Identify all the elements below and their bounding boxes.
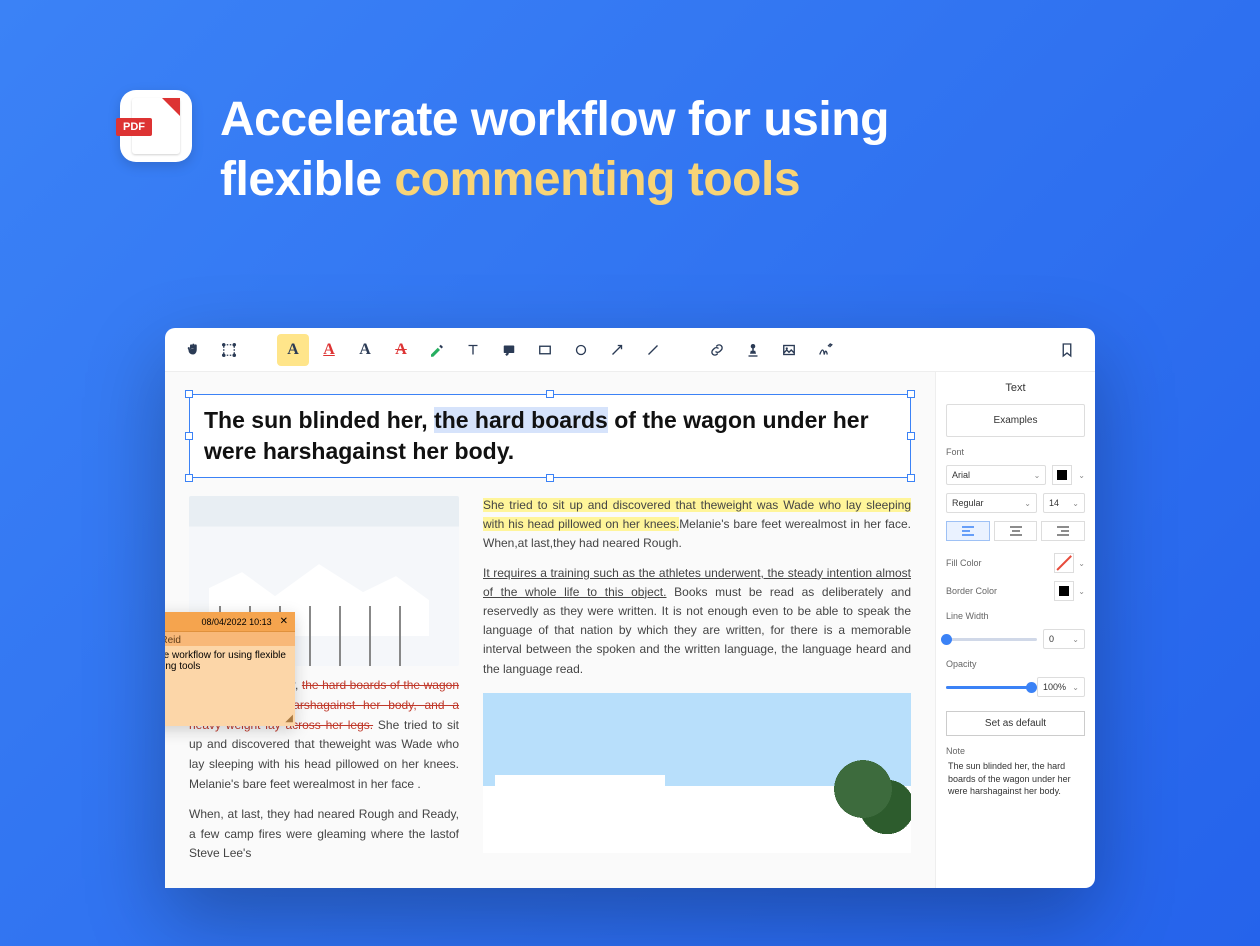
doc-heading: The sun blinded her, the hard boards of …	[204, 405, 896, 467]
sidebar-note-text: The sun blinded her, the hard boards of …	[946, 760, 1085, 798]
properties-sidebar: Text Examples Font Arial⌄ ⌄ Regular⌄ 14⌄…	[935, 372, 1095, 888]
underline-button[interactable]: A	[313, 334, 345, 366]
doc-image-building	[483, 693, 911, 853]
font-color-swatch[interactable]	[1052, 465, 1072, 485]
ink-button[interactable]	[421, 334, 453, 366]
hero-heading: Accelerate workflow for using flexible c…	[220, 90, 889, 210]
fill-color-swatch[interactable]	[1054, 553, 1074, 573]
arrow-button[interactable]	[601, 334, 633, 366]
line-width-value[interactable]: 0⌄	[1043, 629, 1085, 649]
opacity-label: Opacity	[946, 659, 1085, 669]
note-content[interactable]: Accelerate workflow for using flexible c…	[165, 646, 295, 726]
editor-window: A A A A Th	[165, 328, 1095, 888]
border-color-swatch[interactable]	[1054, 581, 1074, 601]
circle-button[interactable]	[565, 334, 597, 366]
rect-button[interactable]	[529, 334, 561, 366]
note-author: Jennifer Reid	[165, 632, 295, 646]
document-canvas[interactable]: The sun blinded her, the hard boards of …	[165, 372, 935, 888]
align-left-button[interactable]	[946, 521, 990, 541]
bookmark-button[interactable]	[1051, 334, 1083, 366]
line-button[interactable]	[637, 334, 669, 366]
line-width-slider[interactable]	[946, 638, 1037, 641]
font-weight-select[interactable]: Regular⌄	[946, 493, 1037, 513]
toolbar: A A A A	[165, 328, 1095, 372]
note-button[interactable]	[493, 334, 525, 366]
doc-para-left-2: When, at last, they had neared Rough and…	[189, 805, 459, 864]
image-button[interactable]	[773, 334, 805, 366]
highlight-button[interactable]: A	[277, 334, 309, 366]
border-color-label: Border Color	[946, 586, 997, 596]
opacity-slider[interactable]	[946, 686, 1031, 689]
stamp-button[interactable]	[737, 334, 769, 366]
hand-tool-button[interactable]	[177, 334, 209, 366]
strikeout-button[interactable]: A	[385, 334, 417, 366]
note-close-icon[interactable]: ✕	[280, 616, 288, 627]
set-default-button[interactable]: Set as default	[946, 711, 1085, 736]
doc-para-right-2: It requires a training such as the athle…	[483, 564, 911, 679]
align-center-button[interactable]	[994, 521, 1038, 541]
font-size-select[interactable]: 14⌄	[1043, 493, 1085, 513]
select-tool-button[interactable]	[213, 334, 245, 366]
pdf-badge: PDF	[116, 118, 152, 136]
align-right-button[interactable]	[1041, 521, 1085, 541]
opacity-value[interactable]: 100%⌄	[1037, 677, 1085, 697]
text-selection-box[interactable]: The sun blinded her, the hard boards of …	[189, 394, 911, 478]
app-icon: PDF	[120, 90, 192, 162]
link-button[interactable]	[701, 334, 733, 366]
font-family-select[interactable]: Arial⌄	[946, 465, 1046, 485]
sticky-note[interactable]: Note 08/04/2022 10:13 ✕ Jennifer Reid Ac…	[165, 612, 295, 726]
line-width-label: Line Width	[946, 611, 1085, 621]
sidebar-title: Text	[946, 382, 1085, 394]
text-button[interactable]	[457, 334, 489, 366]
doc-para-right-1: She tried to sit up and discovered that …	[483, 496, 911, 554]
note-resize-handle[interactable]: ◢	[285, 713, 293, 724]
sidebar-note-label: Note	[946, 746, 1085, 756]
font-label: Font	[946, 447, 1085, 457]
examples-preview: Examples	[946, 404, 1085, 437]
note-date: 08/04/2022 10:13	[202, 617, 272, 627]
sign-button[interactable]	[809, 334, 841, 366]
fill-color-label: Fill Color	[946, 558, 982, 568]
squiggly-button[interactable]: A	[349, 334, 381, 366]
